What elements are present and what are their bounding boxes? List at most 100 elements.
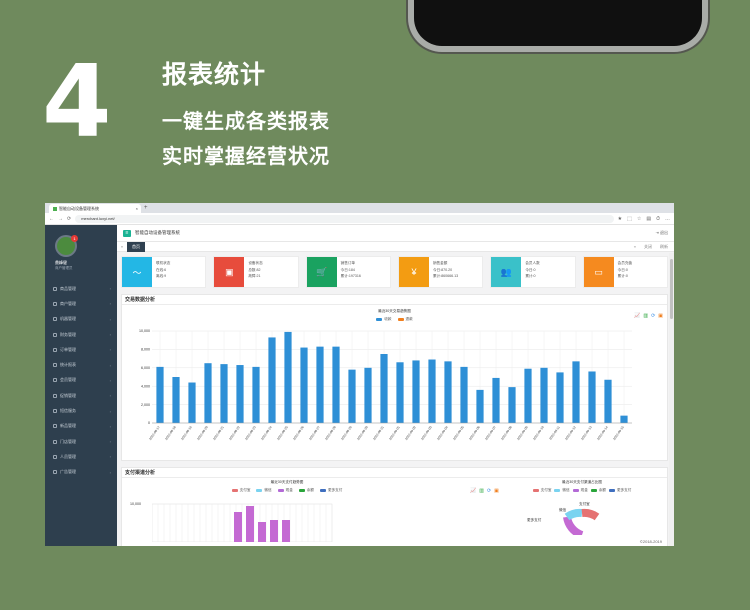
bar-receipt[interactable]: [316, 346, 324, 423]
tabs-right-icon[interactable]: »: [634, 244, 636, 250]
legend-item[interactable]: 微信: [256, 488, 272, 493]
bar-receipt[interactable]: [476, 389, 484, 423]
legend-item[interactable]: 退款: [397, 317, 413, 322]
stat-card[interactable]: 👥 会员人数 今日:0 累计:0: [490, 256, 576, 288]
legend-item[interactable]: 现金: [277, 488, 293, 493]
avatar[interactable]: 1: [55, 235, 78, 257]
scrollbar-thumb[interactable]: [670, 259, 673, 319]
sidebar-item[interactable]: 广告管理 ›: [45, 465, 117, 480]
bar-receipt[interactable]: [396, 362, 404, 423]
close-tab-icon[interactable]: ×: [136, 204, 138, 213]
legend-item[interactable]: 支付宝: [532, 488, 551, 493]
tab-home[interactable]: 首页: [127, 241, 145, 252]
legend-item[interactable]: 支付宝: [231, 488, 250, 493]
pay-line-chart-icon[interactable]: 📈: [470, 488, 476, 494]
bar-receipt[interactable]: [268, 337, 276, 423]
extensions-icon[interactable]: ⬚: [627, 216, 632, 222]
sidebar-item[interactable]: 人员管理 ›: [45, 449, 117, 464]
sidebar-item[interactable]: 订单管理 ›: [45, 342, 117, 357]
favorites-icon[interactable]: ☆: [637, 216, 641, 222]
bar-receipt[interactable]: [300, 347, 308, 423]
sidebar-item[interactable]: 会员管理 ›: [45, 373, 117, 388]
legend-item[interactable]: 更多支付: [319, 488, 342, 493]
bar-receipt[interactable]: [220, 364, 228, 423]
stat-card[interactable]: 〜联机状态 在线:6 离线:9: [121, 256, 207, 288]
tabs-left-icon[interactable]: «: [117, 244, 127, 249]
menu-item-icon: [53, 409, 57, 414]
bar-receipt[interactable]: [172, 377, 180, 423]
bar-receipt[interactable]: [332, 346, 340, 423]
bar-chart-icon[interactable]: ▥: [643, 313, 648, 319]
bar-receipt[interactable]: [412, 360, 420, 423]
bar-receipt[interactable]: [508, 387, 516, 423]
bar-receipt[interactable]: [492, 377, 500, 423]
bar-receipt[interactable]: [572, 361, 580, 423]
menu-item-icon: [53, 332, 57, 337]
bar-receipt[interactable]: [156, 366, 164, 423]
legend-item[interactable]: 余额: [590, 488, 606, 493]
sidebar-item[interactable]: 短信服务 ›: [45, 403, 117, 418]
sidebar-item[interactable]: 商品管理 ›: [45, 281, 117, 296]
legend-label: 余额: [306, 488, 314, 492]
pay-save-icon[interactable]: ▣: [494, 488, 499, 494]
back-icon[interactable]: ←: [49, 216, 54, 222]
stat-card[interactable]: ¥ 销售金额 今日:870.20 累计:860666.13: [397, 256, 484, 288]
bar-receipt[interactable]: [380, 354, 388, 423]
bar-receipt[interactable]: [364, 367, 372, 423]
bar-receipt[interactable]: [428, 359, 436, 423]
bar-receipt[interactable]: [556, 372, 564, 423]
exit-button[interactable]: ⇥ 退出: [656, 230, 668, 236]
bar-receipt[interactable]: [348, 369, 356, 423]
bar-receipt[interactable]: [604, 379, 612, 423]
url-input[interactable]: merchant.luxyi.net/: [75, 214, 614, 223]
bar-receipt[interactable]: [284, 331, 292, 423]
x-tick-label: 2022-09-10: [532, 425, 545, 441]
pay-bar: [270, 520, 278, 542]
menu-item-icon: [53, 363, 57, 368]
pay-bar-chart-icon[interactable]: ▥: [479, 488, 484, 494]
legend-item[interactable]: 余额: [298, 488, 314, 493]
sidebar-item[interactable]: 统计报表 ›: [45, 357, 117, 372]
bar-receipt[interactable]: [588, 371, 596, 423]
star-icon[interactable]: ★: [618, 216, 622, 222]
stat-card[interactable]: ▣ 设备状态 总数:82 故障:21: [213, 256, 299, 288]
bar-receipt[interactable]: [460, 366, 468, 423]
sidebar-item[interactable]: 商户管理 ›: [45, 296, 117, 311]
bar-receipt[interactable]: [204, 363, 212, 423]
restore-icon[interactable]: ⟳: [651, 313, 655, 319]
line-chart-icon[interactable]: 📈: [634, 313, 640, 319]
save-image-icon[interactable]: ▣: [658, 313, 663, 319]
bar-receipt[interactable]: [444, 361, 452, 423]
sidebar-item[interactable]: 财务管理 ›: [45, 327, 117, 342]
stat-card[interactable]: 🛒 销售订单 今日:184 累计:197316: [305, 256, 391, 288]
sidebar-item[interactable]: 机器管理 ›: [45, 312, 117, 327]
bar-receipt[interactable]: [252, 366, 260, 423]
user-role: 商户管理员: [55, 266, 73, 270]
bar-receipt[interactable]: [524, 368, 532, 423]
menu-icon[interactable]: …: [665, 216, 670, 222]
refresh-button[interactable]: 刷新: [660, 244, 668, 250]
bar-receipt[interactable]: [540, 367, 548, 423]
forward-icon[interactable]: →: [58, 216, 63, 222]
sidebar-item[interactable]: 新品管理 ›: [45, 419, 117, 434]
close-tabs-button[interactable]: 关闭: [644, 244, 652, 250]
new-tab-icon[interactable]: +: [144, 204, 148, 213]
bar-receipt[interactable]: [188, 382, 196, 423]
pay-restore-icon[interactable]: ⟳: [487, 488, 491, 494]
legend-item[interactable]: 微信: [554, 488, 570, 493]
legend-item[interactable]: 现金: [572, 488, 588, 493]
history-icon[interactable]: ⏱: [656, 216, 660, 222]
stat-card[interactable]: ▭ 会员充值 今日:0 累计:0: [582, 256, 668, 288]
browser-tab[interactable]: 智能自动设备管理系统 ×: [49, 204, 141, 213]
sidebar-item[interactable]: 促销管理 ›: [45, 388, 117, 403]
reload-icon[interactable]: ⟳: [67, 216, 71, 222]
exit-label: 退出: [660, 230, 668, 235]
sidebar-item[interactable]: 门店管理 ›: [45, 434, 117, 449]
collections-icon[interactable]: ▤: [646, 216, 651, 222]
legend-item[interactable]: 收款: [376, 317, 392, 322]
bar-receipt[interactable]: [620, 415, 628, 423]
bar-receipt[interactable]: [236, 365, 244, 423]
scrollbar[interactable]: [669, 253, 674, 546]
menu-toggle-icon[interactable]: ≡: [123, 229, 131, 237]
legend-item[interactable]: 更多支付: [608, 488, 631, 493]
